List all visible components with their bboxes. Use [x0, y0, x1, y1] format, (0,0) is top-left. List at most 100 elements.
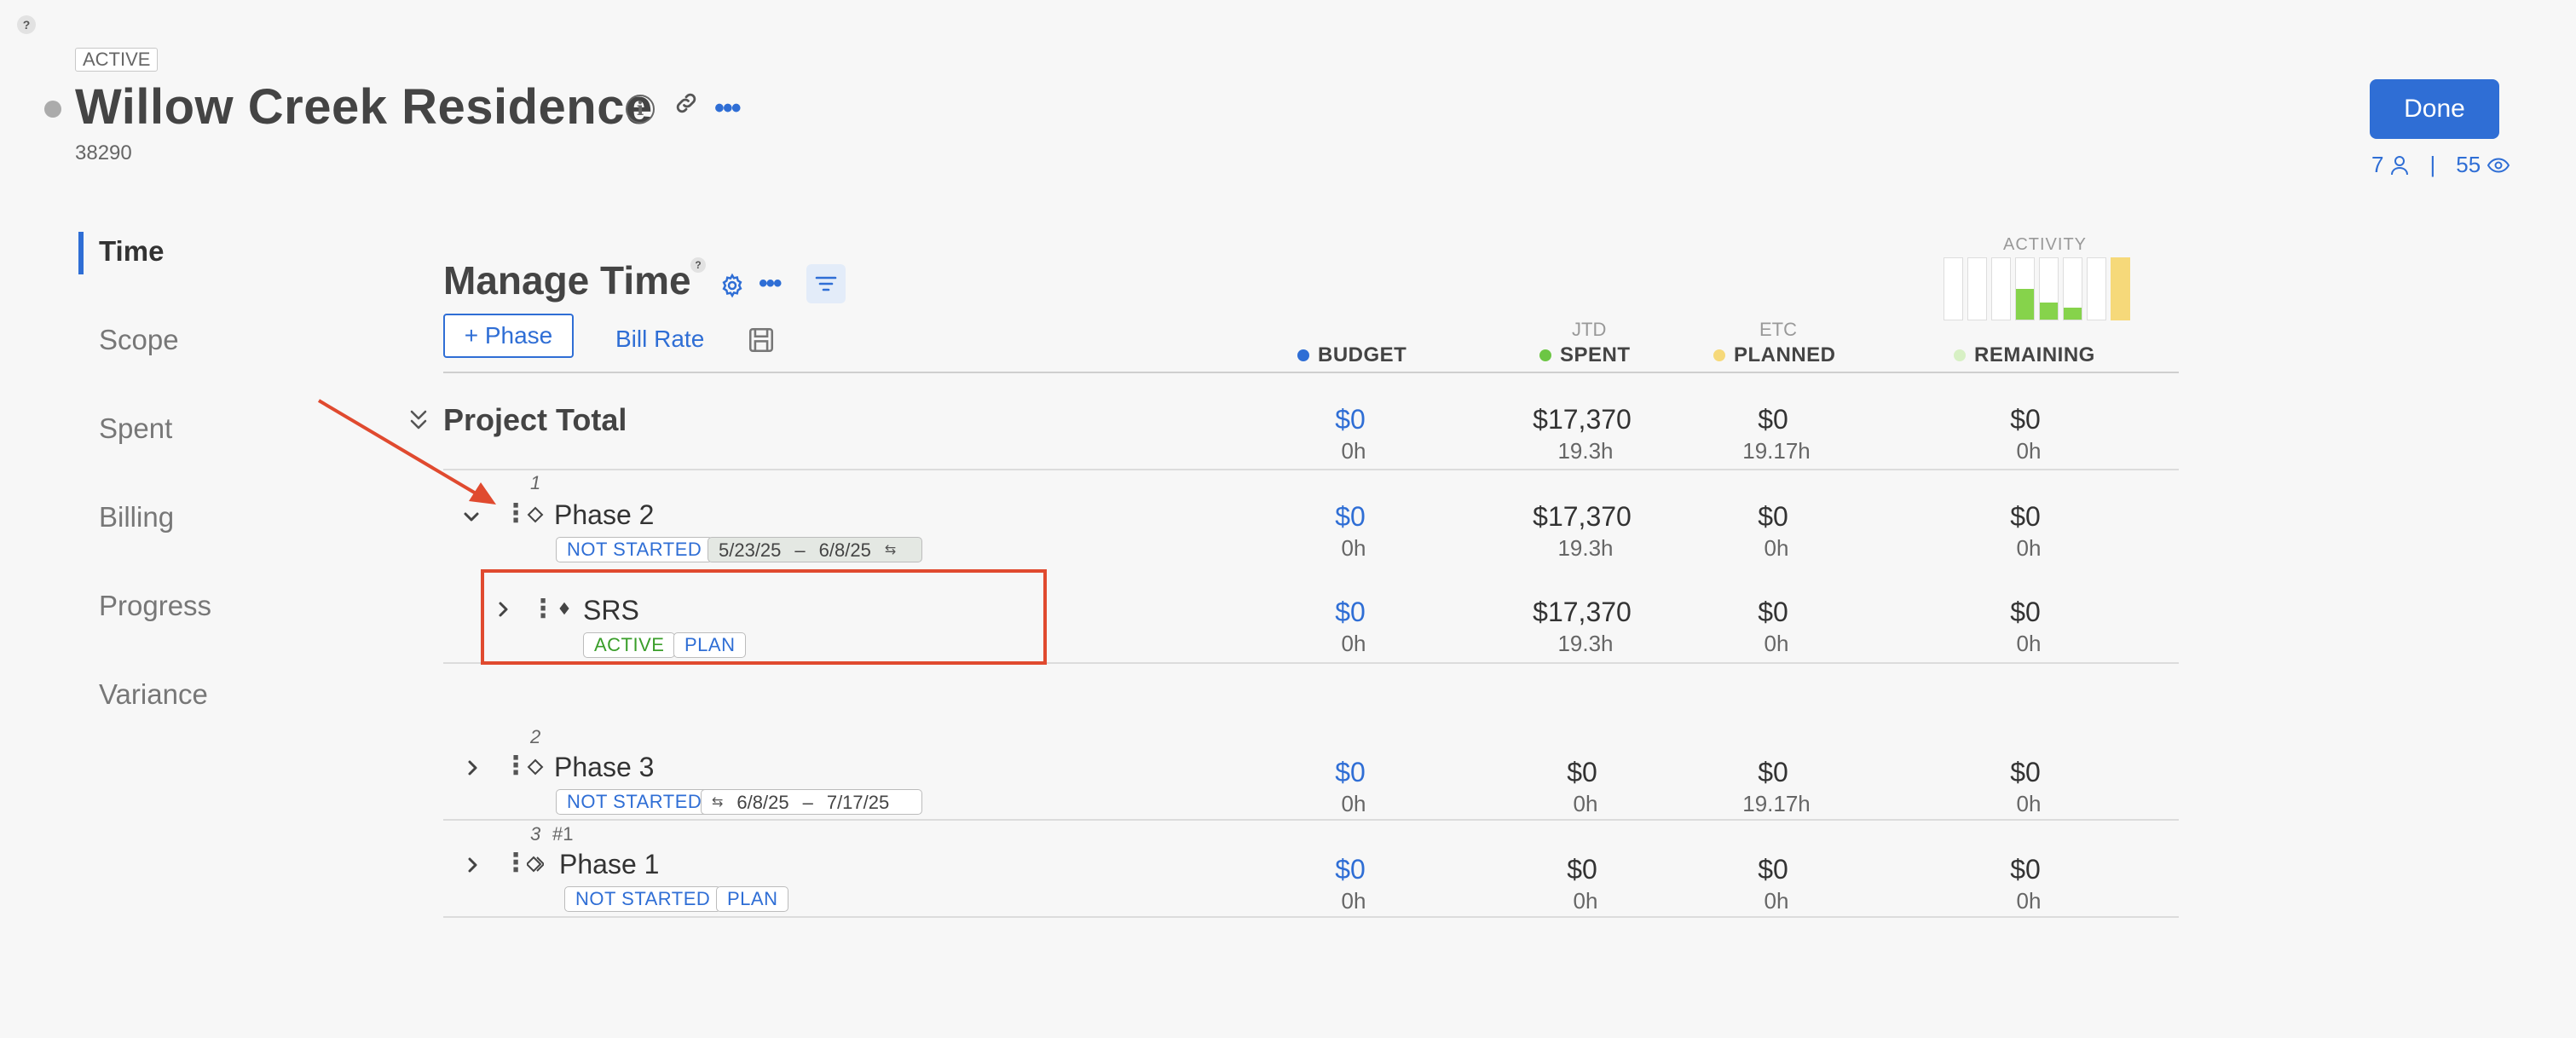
filter-icon: [815, 276, 837, 291]
remaining-header-label: REMAINING: [1974, 343, 2095, 366]
eye-icon[interactable]: [2487, 157, 2510, 173]
activity-chart: [1944, 257, 2130, 320]
row-menu-icon[interactable]: ⋮: [503, 501, 528, 527]
activity-bar: [2039, 257, 2059, 320]
activity-bar-fill: [2040, 302, 2058, 320]
phase-date-range[interactable]: 5/23/25 – 6/8/25 ⇆: [708, 537, 922, 562]
sidebar-item-billing[interactable]: Billing: [99, 501, 174, 533]
swap-icon[interactable]: ⇆: [712, 791, 723, 814]
phase-budget-hours: 0h: [1341, 791, 1366, 816]
gear-icon[interactable]: [719, 273, 745, 298]
task-remaining-hours: 0h: [2016, 631, 2042, 656]
row-divider: [443, 819, 2179, 821]
date-end: 6/8/25: [818, 539, 871, 561]
page-title: Manage Time: [443, 258, 691, 303]
phase-remaining: $0: [2010, 501, 2041, 532]
phase-planned: $0: [1758, 854, 1788, 885]
phase-name[interactable]: Phase 2: [554, 499, 654, 531]
total-planned-hours: 19.17h: [1742, 438, 1811, 464]
task-planned: $0: [1758, 597, 1788, 627]
row-menu-icon[interactable]: ⋮: [503, 851, 528, 876]
phase-spent: $17,370: [1533, 501, 1632, 532]
bill-rate-link[interactable]: Bill Rate: [615, 326, 704, 353]
row-menu-icon[interactable]: ⋮: [503, 753, 528, 779]
phase-budget[interactable]: $0: [1265, 854, 1435, 885]
phase-remaining: $0: [2010, 757, 2041, 787]
filter-button[interactable]: [806, 264, 846, 303]
done-button[interactable]: Done: [2370, 79, 2499, 139]
task-spent: $17,370: [1533, 597, 1632, 627]
sidebar-item-scope[interactable]: Scope: [99, 324, 179, 356]
phase-budget[interactable]: $0: [1265, 757, 1435, 788]
planned-column-subheader: ETC: [1759, 319, 1797, 340]
total-budget[interactable]: $0: [1265, 404, 1435, 435]
phase-status-badge[interactable]: NOT STARTED: [564, 886, 722, 912]
info-icon[interactable]: i: [626, 95, 655, 124]
total-planned: $0: [1758, 404, 1788, 435]
phase-budget[interactable]: $0: [1265, 501, 1435, 533]
viewer-count: 55: [2456, 152, 2481, 177]
total-budget-hours: 0h: [1341, 438, 1366, 464]
project-stats: 7 | 55: [2371, 152, 2510, 178]
phase-status-badge[interactable]: NOT STARTED: [556, 789, 713, 815]
row-number: 1: [530, 472, 541, 493]
person-icon[interactable]: [2390, 155, 2409, 176]
plan-badge[interactable]: PLAN: [716, 886, 789, 912]
activity-bar: [2111, 257, 2130, 320]
activity-label: ACTIVITY: [2003, 235, 2088, 254]
member-count: 7: [2371, 152, 2384, 177]
date-dash: –: [802, 791, 813, 813]
activity-bar-fill: [2111, 258, 2129, 320]
remaining-column-header: REMAINING: [1954, 343, 2095, 367]
phase-spent-hours: 19.3h: [1557, 535, 1614, 561]
row-number: 3: [530, 823, 541, 845]
budget-header-label: BUDGET: [1318, 343, 1407, 366]
phase-remaining-hours: 0h: [2016, 791, 2042, 816]
project-id: 38290: [75, 141, 132, 164]
phase-planned-hours: 0h: [1764, 535, 1789, 561]
spent-header-label: SPENT: [1560, 343, 1631, 366]
sidebar-item-variance[interactable]: Variance: [99, 678, 208, 711]
spent-column-header: SPENT: [1539, 343, 1631, 367]
budget-dot-icon: [1297, 349, 1309, 361]
project-status-badge: ACTIVE: [75, 48, 159, 72]
chevron-right-icon[interactable]: [464, 758, 482, 777]
phase-name[interactable]: Phase 3: [554, 752, 654, 783]
activity-bar: [2015, 257, 2035, 320]
row-reference: #1: [552, 823, 574, 845]
task-spent-hours: 19.3h: [1557, 631, 1614, 656]
phase-budget-hours: 0h: [1341, 535, 1366, 561]
swap-icon[interactable]: ⇆: [885, 539, 896, 562]
task-budget[interactable]: $0: [1265, 597, 1435, 628]
sidebar-item-spent[interactable]: Spent: [99, 412, 172, 445]
more-options-icon[interactable]: •••: [714, 94, 742, 123]
phase-remaining-hours: 0h: [2016, 888, 2042, 914]
chevron-right-icon[interactable]: [464, 856, 482, 874]
stats-separator: |: [2429, 152, 2436, 177]
save-icon[interactable]: [747, 326, 776, 355]
project-title: Willow Creek Residence: [75, 79, 653, 135]
row-divider: [443, 469, 2179, 470]
sidebar-item-progress[interactable]: Progress: [99, 590, 211, 622]
nav-active-indicator: [78, 232, 84, 274]
linked-diamond-icon: [527, 856, 544, 873]
help-icon[interactable]: ?: [690, 257, 706, 273]
help-icon[interactable]: ?: [17, 15, 36, 34]
task-planned-hours: 0h: [1764, 631, 1789, 656]
phase-name[interactable]: Phase 1: [559, 849, 659, 880]
activity-bar: [2063, 257, 2082, 320]
row-number: 2: [530, 726, 541, 747]
date-dash: –: [794, 539, 806, 561]
add-phase-button[interactable]: + Phase: [443, 314, 574, 358]
activity-bar: [1967, 257, 1987, 320]
total-remaining: $0: [2010, 404, 2041, 435]
total-spent-hours: 19.3h: [1557, 438, 1614, 464]
phase-date-range[interactable]: ⇆ 6/8/25 – 7/17/25: [701, 789, 922, 815]
phase-status-badge[interactable]: NOT STARTED: [556, 537, 713, 562]
remaining-dot-icon: [1954, 349, 1966, 361]
planned-dot-icon: [1713, 349, 1725, 361]
more-options-icon[interactable]: •••: [759, 271, 782, 297]
link-icon[interactable]: [673, 90, 699, 116]
sidebar-item-time[interactable]: Time: [99, 235, 164, 268]
phase-planned: $0: [1758, 501, 1788, 532]
